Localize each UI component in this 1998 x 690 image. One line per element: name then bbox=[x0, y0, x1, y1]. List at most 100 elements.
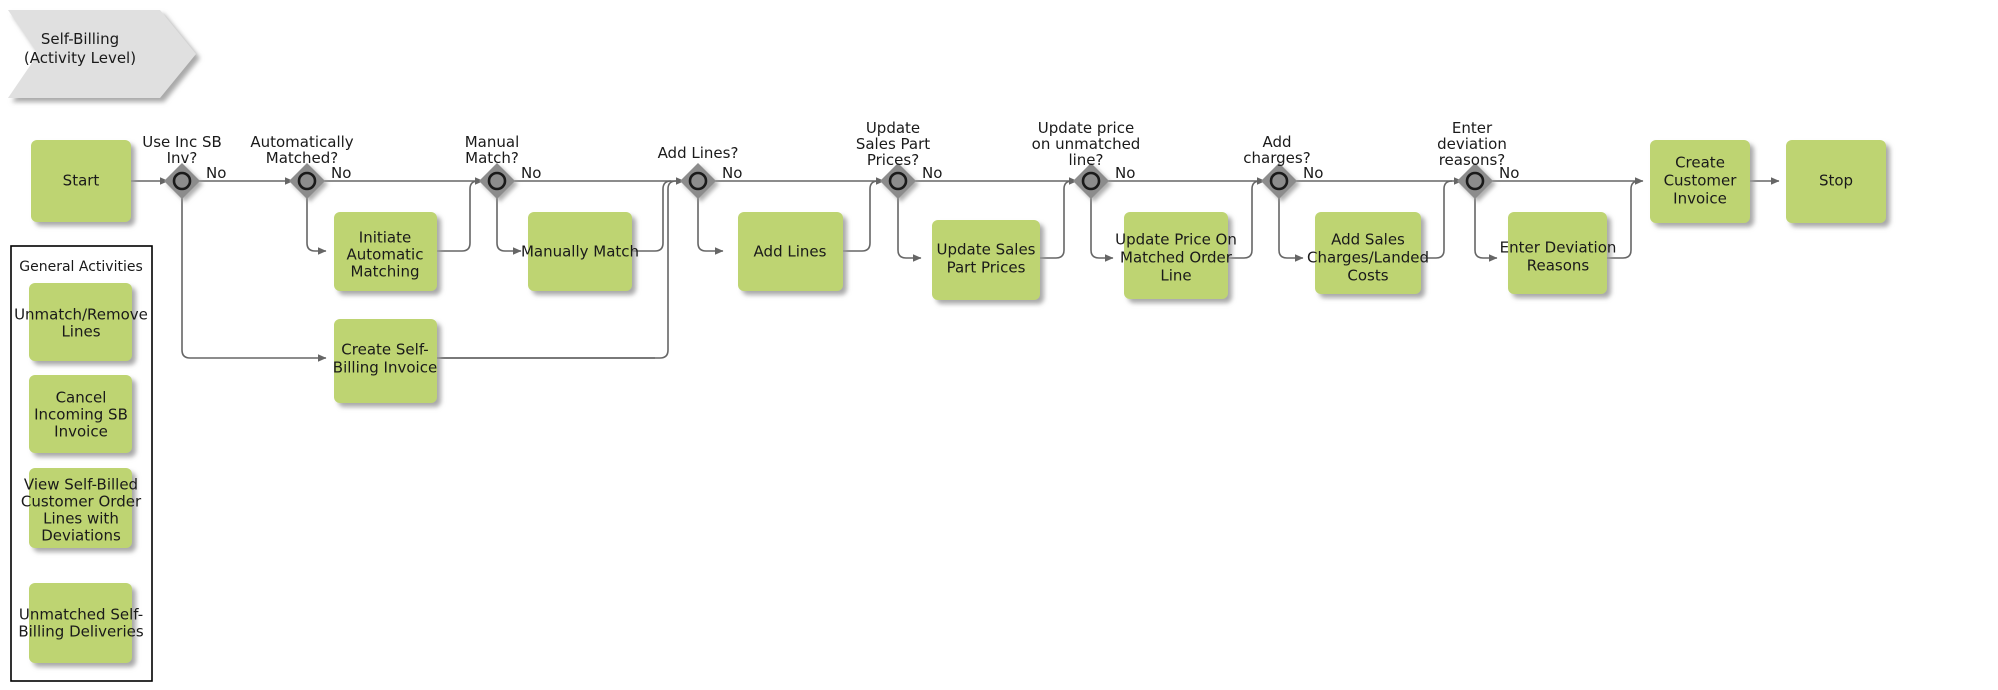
use-inc-sb-inv-marker bbox=[172, 171, 192, 191]
add-charges-gw-label-2: charges? bbox=[1243, 149, 1310, 167]
connector-update-prices-to-gw6 bbox=[1040, 180, 1073, 259]
general-activities-group: General Activities Unmatch/Remove Lines … bbox=[10, 245, 153, 682]
stop-label: Stop bbox=[1819, 172, 1853, 190]
update-price-matched-line-2: Matched Order bbox=[1120, 249, 1233, 267]
banner-line-2: (Activity Level) bbox=[24, 49, 136, 67]
update-price-unmatched-gw-label-3: line? bbox=[1068, 151, 1103, 169]
enter-deviation-edge-label: No bbox=[1499, 164, 1519, 182]
general-activity-unmatched-self-billing-deliveries[interactable]: Unmatched Self- Billing Deliveries bbox=[18, 583, 144, 663]
manually-match-label: Manually Match bbox=[521, 243, 639, 261]
enter-deviation-reasons-line-2: Reasons bbox=[1527, 257, 1590, 275]
activity-update-price-on-matched-order-line[interactable]: Update Price On Matched Order Line bbox=[1115, 212, 1237, 299]
view-self-billed-line-1: View Self-Billed bbox=[24, 476, 138, 494]
gateway-update-sales-part-prices[interactable]: Update Sales Part Prices? No bbox=[856, 119, 943, 199]
enter-deviation-gw-label-3: reasons? bbox=[1439, 151, 1506, 169]
update-sales-part-prices-gw-label-3: Prices? bbox=[867, 151, 919, 169]
automatically-matched-edge-label: No bbox=[331, 164, 351, 182]
update-sales-part-prices-edge-label: No bbox=[922, 164, 942, 182]
activity-add-sales-charges-landed-costs[interactable]: Add Sales Charges/Landed Costs bbox=[1307, 212, 1429, 294]
activity-create-self-billing-invoice[interactable]: Create Self- Billing Invoice bbox=[333, 319, 437, 403]
activity-update-sales-part-prices[interactable]: Update Sales Part Prices bbox=[932, 220, 1040, 300]
view-self-billed-line-4: Deviations bbox=[41, 527, 121, 545]
add-sales-charges-line-2: Charges/Landed bbox=[1307, 249, 1429, 267]
connector-add-charges-to-gw8 bbox=[1421, 180, 1453, 259]
add-sales-charges-line-1: Add Sales bbox=[1331, 231, 1405, 249]
cancel-incoming-sb-line-2: Incoming SB bbox=[34, 406, 128, 424]
connector-manually-match-to-gw4 bbox=[632, 180, 672, 252]
gateway-update-price-unmatched-line[interactable]: Update price on unmatched line? No bbox=[1032, 119, 1141, 199]
create-customer-invoice-line-3: Invoice bbox=[1673, 190, 1727, 208]
unmatch-remove-lines-line-1: Unmatch/Remove bbox=[14, 306, 148, 324]
banner-line-1: Self-Billing bbox=[41, 30, 119, 48]
update-sales-part-prices-line-2: Part Prices bbox=[947, 259, 1026, 277]
connector-gw7-to-add-charges bbox=[1278, 195, 1304, 262]
update-price-matched-line-3: Line bbox=[1160, 267, 1191, 285]
unmatched-self-billing-line-2: Billing Deliveries bbox=[18, 623, 144, 641]
update-price-unmatched-line-marker bbox=[1081, 171, 1101, 191]
cancel-incoming-sb-line-1: Cancel bbox=[56, 389, 107, 407]
general-activities-title: General Activities bbox=[19, 259, 143, 275]
gateway-manual-match[interactable]: Manual Match? No bbox=[465, 133, 542, 199]
update-sales-part-prices-marker bbox=[888, 171, 908, 191]
activity-stop[interactable]: Stop bbox=[1786, 140, 1886, 223]
add-lines-gw-label-1: Add Lines? bbox=[658, 144, 739, 162]
manual-match-marker bbox=[487, 171, 507, 191]
create-self-billing-invoice-line-1: Create Self- bbox=[341, 341, 428, 359]
gateway-use-inc-sb-inv[interactable]: Use Inc SB Inv? No bbox=[142, 133, 226, 199]
cancel-incoming-sb-line-3: Invoice bbox=[54, 423, 108, 441]
add-sales-charges-line-3: Costs bbox=[1347, 267, 1388, 285]
connector-gw8-to-enter-deviation bbox=[1474, 195, 1498, 262]
gateway-add-lines[interactable]: Add Lines? No bbox=[658, 144, 743, 199]
general-activity-view-self-billed-order-lines[interactable]: View Self-Billed Customer Order Lines wi… bbox=[21, 468, 142, 548]
activity-start[interactable]: Start bbox=[31, 140, 131, 222]
connector-gw2-to-initiate-matching bbox=[306, 195, 327, 255]
update-sales-part-prices-line-1: Update Sales bbox=[936, 241, 1035, 259]
initiate-automatic-matching-line-3: Matching bbox=[351, 263, 420, 281]
use-inc-sb-inv-label-2: Inv? bbox=[167, 149, 198, 167]
start-label: Start bbox=[63, 172, 100, 190]
gateway-automatically-matched[interactable]: Automatically Matched? No bbox=[250, 133, 354, 199]
enter-deviation-reasons-line-1: Enter Deviation bbox=[1500, 239, 1617, 257]
unmatched-self-billing-line-1: Unmatched Self- bbox=[19, 606, 143, 624]
automatically-matched-marker bbox=[297, 171, 317, 191]
activity-enter-deviation-reasons[interactable]: Enter Deviation Reasons bbox=[1500, 212, 1617, 294]
initiate-automatic-matching-line-2: Automatic bbox=[347, 246, 424, 264]
connector-gw1-to-create-sbi bbox=[181, 195, 327, 362]
view-self-billed-line-2: Customer Order bbox=[21, 493, 142, 511]
connector-gw3-to-manually-match bbox=[496, 195, 522, 255]
add-lines-marker bbox=[688, 171, 708, 191]
create-self-billing-invoice-line-2: Billing Invoice bbox=[333, 359, 437, 377]
gateway-enter-deviation-reasons[interactable]: Enter deviation reasons? No bbox=[1437, 119, 1519, 199]
automatically-matched-label-2: Matched? bbox=[266, 149, 338, 167]
connector-gw5-to-update-prices bbox=[897, 195, 922, 262]
create-customer-invoice-line-2: Customer bbox=[1664, 172, 1738, 190]
connector-gw4-to-add-lines bbox=[697, 195, 724, 255]
add-charges-edge-label: No bbox=[1303, 164, 1323, 182]
general-activity-cancel-incoming-sb-invoice[interactable]: Cancel Incoming SB Invoice bbox=[29, 375, 132, 453]
update-price-unmatched-edge-label: No bbox=[1115, 164, 1135, 182]
gateway-add-charges[interactable]: Add charges? No bbox=[1243, 133, 1323, 199]
activity-manually-match[interactable]: Manually Match bbox=[521, 212, 639, 291]
view-self-billed-line-3: Lines with bbox=[43, 510, 119, 528]
connector-add-lines-to-gw5 bbox=[843, 180, 879, 252]
add-charges-marker bbox=[1269, 171, 1289, 191]
create-customer-invoice-line-1: Create bbox=[1675, 154, 1725, 172]
activity-create-customer-invoice[interactable]: Create Customer Invoice bbox=[1650, 140, 1750, 223]
activity-initiate-automatic-matching[interactable]: Initiate Automatic Matching bbox=[334, 212, 437, 291]
add-lines-label: Add Lines bbox=[754, 243, 827, 261]
general-activity-unmatch-remove-lines[interactable]: Unmatch/Remove Lines bbox=[14, 283, 148, 361]
enter-deviation-reasons-marker bbox=[1465, 171, 1485, 191]
initiate-automatic-matching-line-1: Initiate bbox=[359, 229, 411, 247]
activity-add-lines[interactable]: Add Lines bbox=[738, 212, 843, 291]
manual-match-label-2: Match? bbox=[465, 149, 519, 167]
title-banner: Self-Billing (Activity Level) bbox=[8, 10, 196, 98]
connector-gw6-to-update-price-matched bbox=[1090, 195, 1114, 262]
unmatch-remove-lines-line-2: Lines bbox=[61, 323, 100, 341]
process-diagram-canvas: Self-Billing (Activity Level) Start Init… bbox=[0, 0, 1998, 690]
connector-initiate-matching-to-gw3 bbox=[437, 180, 479, 252]
use-inc-sb-inv-edge-label: No bbox=[206, 164, 226, 182]
manual-match-edge-label: No bbox=[521, 164, 541, 182]
diagram-svg: Self-Billing (Activity Level) Start Init… bbox=[8, 10, 1886, 682]
update-price-matched-line-1: Update Price On bbox=[1115, 231, 1237, 249]
add-lines-edge-label: No bbox=[722, 164, 742, 182]
